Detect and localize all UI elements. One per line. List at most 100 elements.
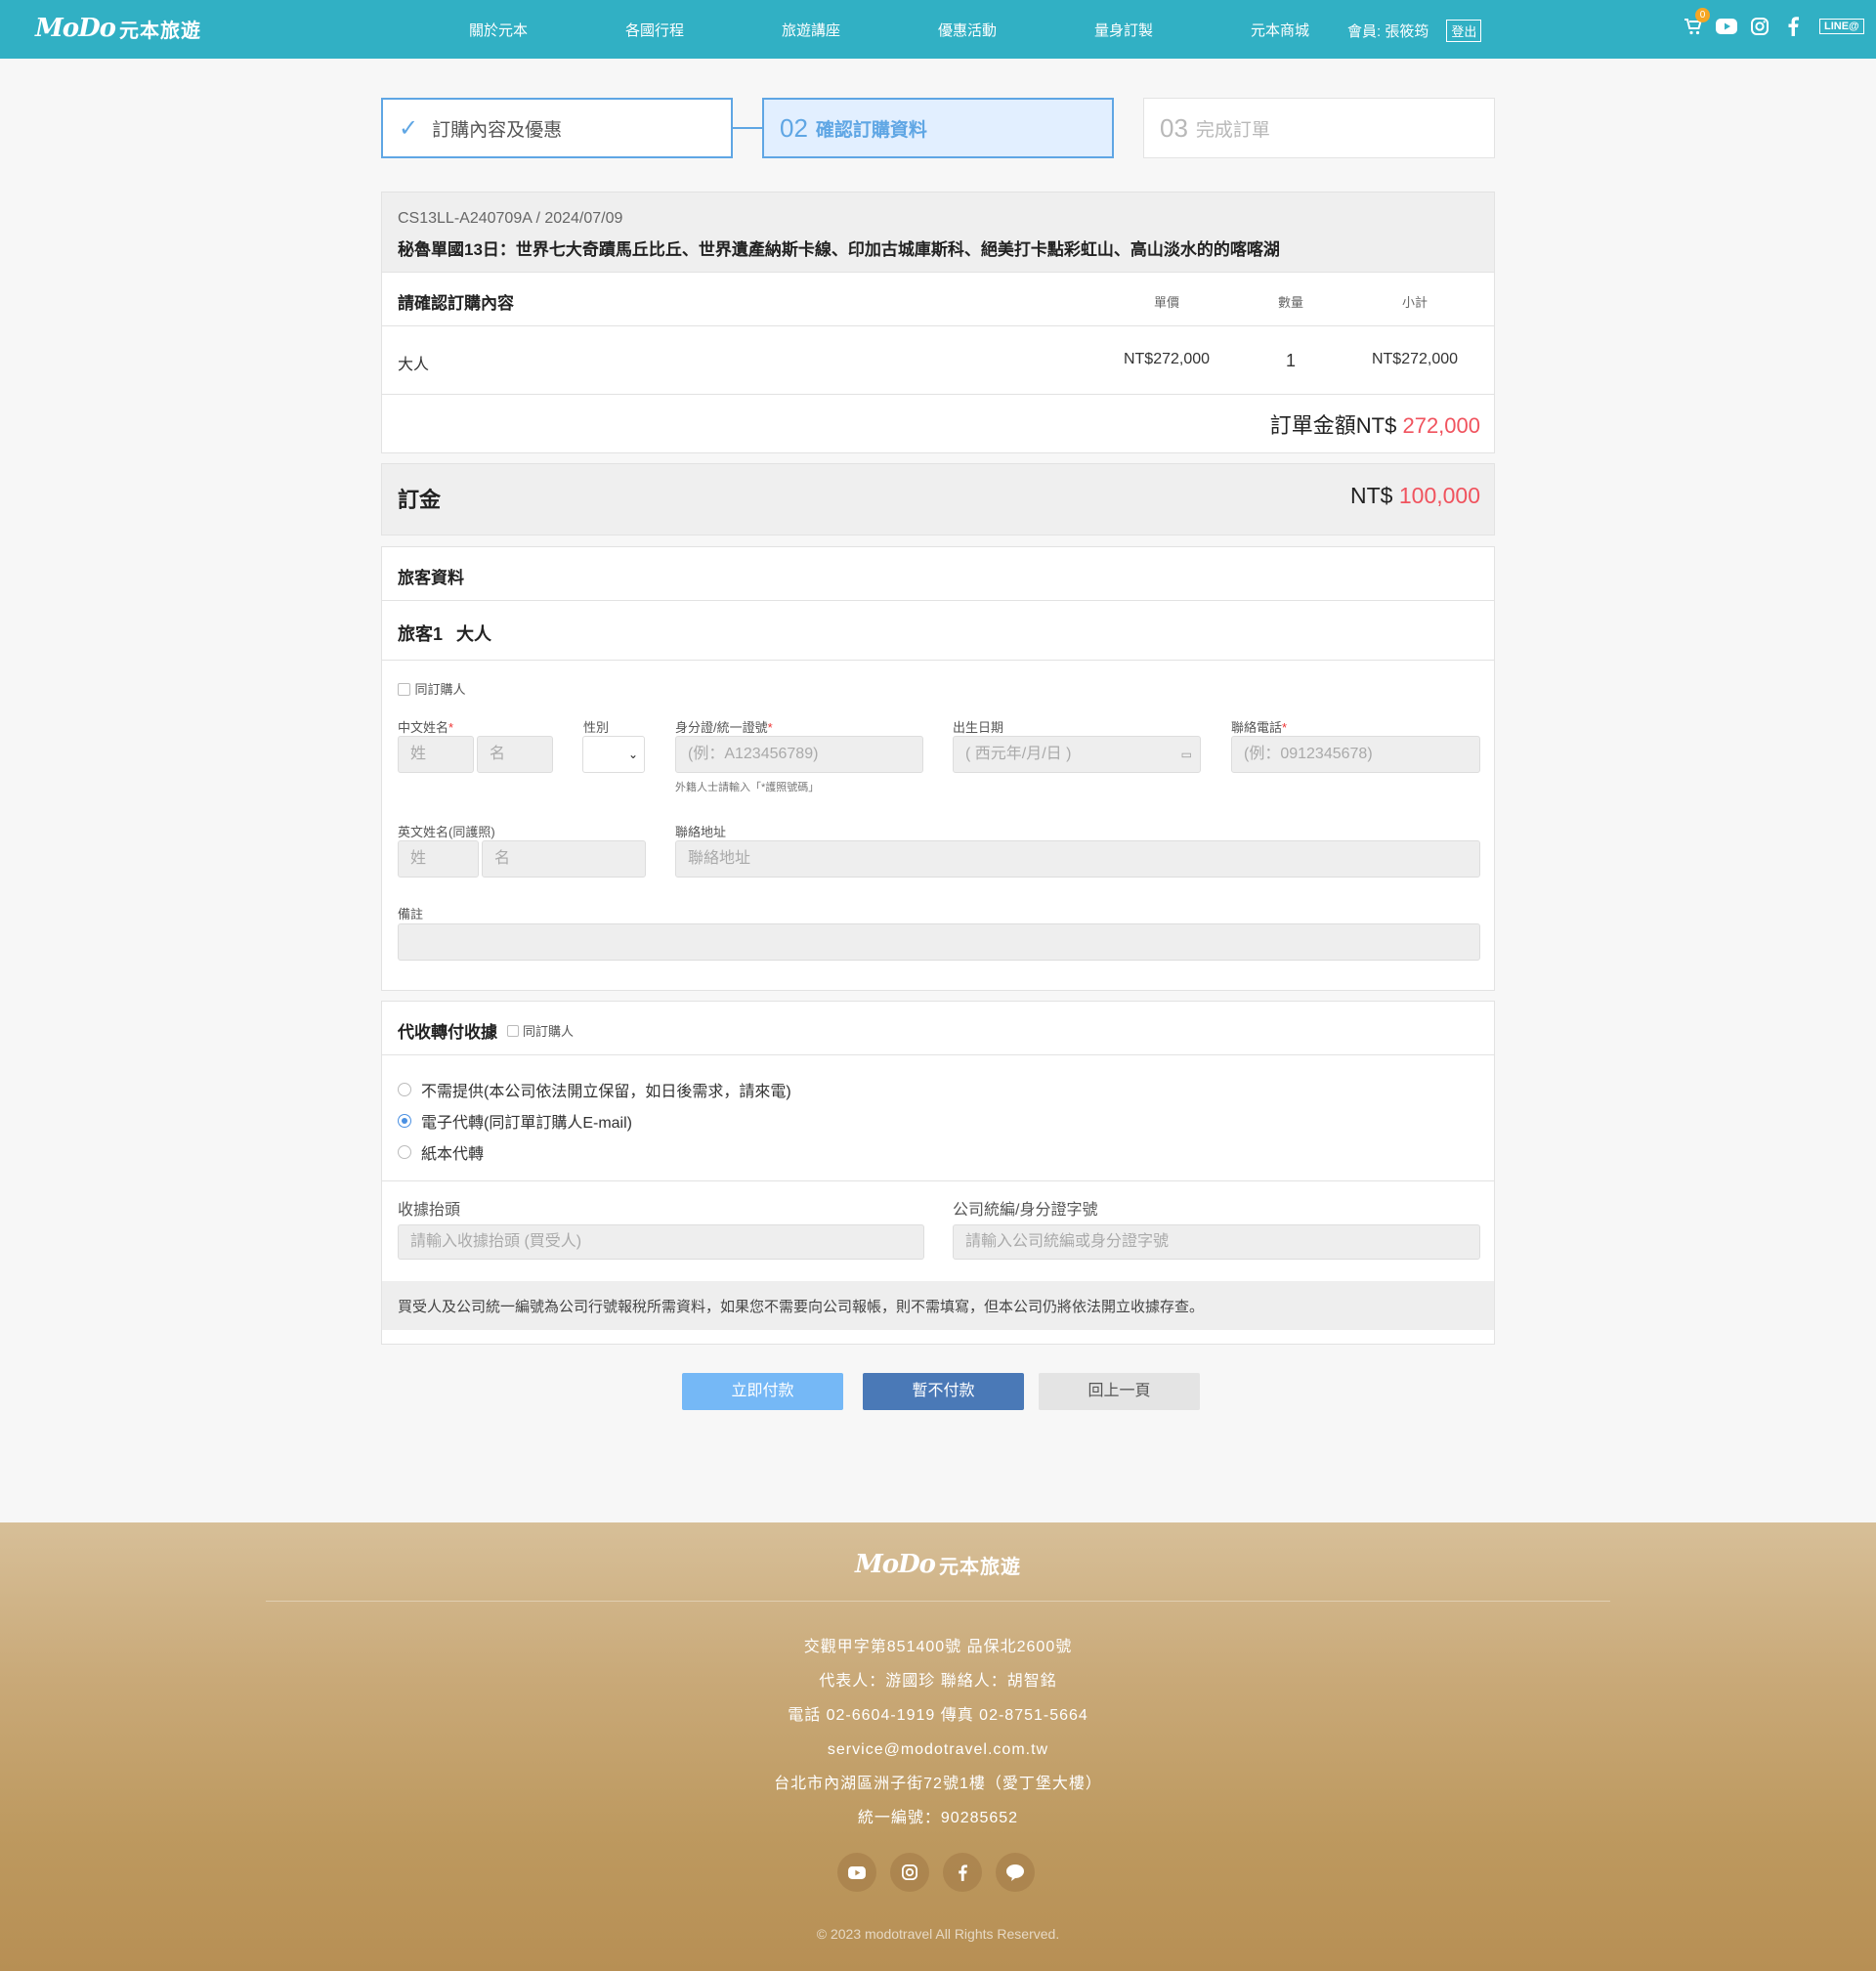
footer-social — [837, 1853, 1035, 1892]
chevron-down-icon: ⌄ — [627, 748, 638, 761]
same-as-buyer-checkbox[interactable] — [398, 683, 410, 697]
order-summary-panel: CS13LL-A240709A / 2024/07/09 秘魯單國13日：世界七… — [381, 192, 1495, 453]
required-mark: * — [1282, 720, 1288, 735]
id-number-input[interactable]: (例：A123456789) — [675, 736, 923, 773]
col-unit-price: 單價 — [1153, 295, 1179, 310]
gender-select[interactable]: ⌄ — [582, 736, 645, 773]
footer-phone: 電話 02-6604-1919 傳真 02-8751-5664 — [788, 1707, 1088, 1724]
address-input[interactable]: 聯絡地址 — [675, 840, 1480, 878]
back-button[interactable]: 回上一頁 — [1039, 1373, 1200, 1410]
footer-logo: MoDo 元本旅遊 — [0, 1550, 1876, 1579]
instagram-icon[interactable] — [890, 1853, 929, 1892]
calendar-icon: ▭ — [1180, 748, 1192, 761]
remark-label: 備註 — [398, 907, 424, 921]
traveler-section-header: 旅客資料 — [382, 547, 1494, 601]
logout-button[interactable]: 登出 — [1446, 20, 1482, 42]
youtube-icon[interactable] — [837, 1853, 876, 1892]
traveler-1-header: 旅客1 大人 — [382, 601, 1494, 661]
footer-license: 交觀甲字第851400號 品保北2600號 — [803, 1639, 1073, 1655]
footer-email[interactable]: service@modotravel.com.tw — [0, 1733, 1876, 1767]
step-3-number: 03 — [1160, 112, 1188, 143]
traveler-label: 旅客1 — [398, 624, 444, 644]
receipt-option-electronic[interactable]: 電子代轉(同訂單訂購人E-mail) — [398, 1109, 632, 1133]
en-first-name-input[interactable]: 名 — [482, 840, 646, 878]
check-icon: ✓ — [399, 114, 419, 142]
en-name-label: 英文姓名(同護照) — [398, 825, 495, 839]
remark-input[interactable] — [398, 923, 1480, 961]
facebook-icon[interactable] — [943, 1853, 982, 1892]
divider — [382, 1180, 1494, 1181]
col-subtotal: 小計 — [1401, 295, 1428, 310]
line-icon[interactable]: LINE@ — [1819, 19, 1864, 34]
traveler-type: 大人 — [456, 624, 492, 644]
pay-later-button[interactable]: 暫不付款 — [863, 1373, 1024, 1410]
confirm-order-label: 請確認訂購內容 — [398, 294, 514, 313]
order-code: CS13LL-A240709A / 2024/07/09 — [398, 210, 623, 227]
en-last-name-input[interactable]: 姓 — [398, 840, 479, 878]
nav-item-promotions[interactable]: 優惠活動 — [889, 20, 1045, 40]
nav-item-about[interactable]: 關於元本 — [420, 20, 576, 40]
receipt-section-header: 代收轉付收據 同訂購人 — [382, 1002, 1494, 1055]
birth-label: 出生日期 — [953, 720, 1004, 735]
step-1-label: 訂購內容及優惠 — [432, 119, 563, 141]
order-header: CS13LL-A240709A / 2024/07/09 秘魯單國13日：世界七… — [382, 193, 1494, 273]
receipt-option-none[interactable]: 不需提供(本公司依法開立保留，如日後需求，請來電) — [398, 1078, 791, 1101]
receipt-option-electronic-label: 電子代轉(同訂單訂購人E-mail) — [421, 1115, 632, 1132]
receipt-title-label: 收據抬頭 — [398, 1202, 461, 1219]
cn-name-label: 中文姓名 — [398, 720, 449, 735]
radio-none[interactable] — [398, 1083, 411, 1096]
order-total: 訂單金額NT$ 272,000 — [382, 395, 1494, 451]
member-name[interactable]: 會員: 張筱筠 — [1347, 21, 1428, 41]
step-2-label: 確認訂購資料 — [815, 119, 927, 141]
nav-item-shop[interactable]: 元本商城 — [1202, 20, 1358, 40]
nav-item-custom[interactable]: 量身訂製 — [1045, 20, 1202, 40]
radio-electronic[interactable] — [398, 1114, 411, 1128]
pay-now-button[interactable]: 立即付款 — [682, 1373, 843, 1410]
step-connector — [733, 127, 762, 129]
col-quantity: 數量 — [1277, 295, 1303, 310]
gender-label: 性別 — [583, 720, 610, 735]
radio-paper[interactable] — [398, 1145, 411, 1159]
tax-id-label: 公司統編/身分證字號 — [953, 1202, 1098, 1219]
footer-tax-id: 統一編號：90285652 — [857, 1810, 1019, 1826]
step-2-number: 02 — [780, 112, 808, 143]
cn-first-name-input[interactable]: 名 — [477, 736, 553, 773]
birth-date-input[interactable]: ( 西元年/月/日 ) ▭ — [953, 736, 1201, 773]
row-unit-price: NT$272,000 — [1123, 351, 1211, 367]
receipt-section-title: 代收轉付收據 — [398, 1023, 497, 1042]
footer-copyright: © 2023 modotravel All Rights Reserved. — [816, 1926, 1060, 1942]
site-footer: MoDo 元本旅遊 交觀甲字第851400號 品保北2600號 代表人：游國珍 … — [0, 1522, 1876, 1971]
receipt-option-paper-label: 紙本代轉 — [421, 1146, 485, 1163]
nav-item-tours[interactable]: 各國行程 — [576, 20, 733, 40]
receipt-same-as-buyer-checkbox[interactable] — [507, 1024, 519, 1037]
tax-id-input[interactable]: 請輸入公司統編或身分證字號 — [953, 1224, 1480, 1260]
nav-item-seminars[interactable]: 旅遊講座 — [733, 20, 889, 40]
site-header: MoDo 元本旅遊 關於元本 各國行程 旅遊講座 優惠活動 量身訂製 元本商城 … — [0, 0, 1876, 59]
facebook-icon[interactable] — [1782, 16, 1804, 37]
traveler-panel: 旅客資料 旅客1 大人 同訂購人 中文姓名* 姓 名 性別 ⌄ 身分證/統一證號*… — [381, 546, 1495, 991]
header-icons: 0 LINE@ — [1683, 8, 1864, 37]
address-label: 聯絡地址 — [675, 825, 727, 839]
footer-logo-mark: MoDo — [854, 1550, 936, 1579]
logo-mark: MoDo — [35, 14, 116, 43]
same-as-buyer-row: 同訂購人 — [398, 679, 465, 699]
cn-last-name-input[interactable]: 姓 — [398, 736, 474, 773]
deposit-value: 100,000 — [1398, 483, 1480, 508]
table-row: 大人 NT$272,000 1 NT$272,000 — [382, 326, 1494, 395]
receipt-same-as-buyer-label: 同訂購人 — [523, 1024, 575, 1039]
site-logo[interactable]: MoDo 元本旅遊 — [35, 14, 201, 43]
phone-input[interactable]: (例：0912345678) — [1231, 736, 1480, 773]
cart-icon[interactable]: 0 — [1683, 8, 1710, 37]
logo-name: 元本旅遊 — [119, 20, 202, 42]
deposit-label: 訂金 — [398, 488, 442, 512]
instagram-icon[interactable] — [1749, 16, 1770, 37]
line-icon[interactable] — [996, 1853, 1035, 1892]
youtube-icon[interactable] — [1716, 16, 1737, 37]
receipt-option-paper[interactable]: 紙本代轉 — [398, 1140, 484, 1164]
traveler-section-title: 旅客資料 — [398, 569, 464, 587]
step-1: ✓ 訂購內容及優惠 — [381, 98, 733, 158]
required-mark: * — [448, 720, 454, 735]
phone-label: 聯絡電話 — [1231, 720, 1283, 735]
receipt-title-input[interactable]: 請輸入收據抬頭 (買受人) — [398, 1224, 924, 1260]
deposit-currency: NT$ — [1350, 483, 1393, 508]
